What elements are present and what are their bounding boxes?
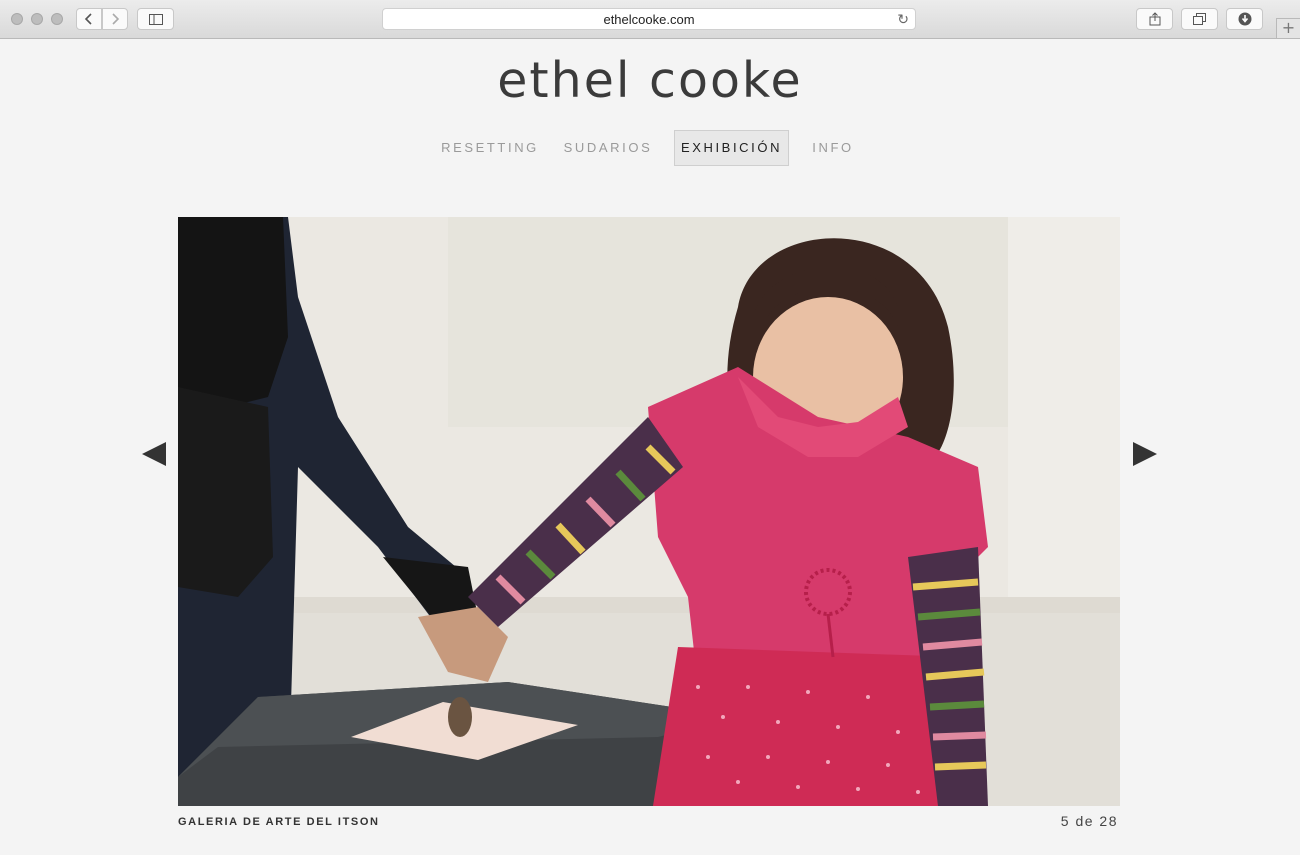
address-bar[interactable]: ethelcooke.com ↻: [382, 8, 916, 30]
previous-arrow-icon[interactable]: [142, 442, 166, 466]
reload-icon[interactable]: ↻: [897, 11, 909, 28]
browser-toolbar: ethelcooke.com ↻ +: [0, 0, 1300, 39]
tabs-button[interactable]: [1181, 8, 1218, 30]
close-dot[interactable]: [11, 13, 23, 25]
sidebar-icon: [148, 13, 163, 25]
tabs-icon: [1193, 13, 1206, 25]
url-text: ethelcooke.com: [603, 11, 695, 27]
next-arrow-icon[interactable]: [1133, 442, 1157, 466]
photo-caption: GALERIA DE ARTE DEL ITSON: [178, 816, 380, 828]
zoom-dot[interactable]: [51, 13, 63, 25]
gallery-photo: [178, 217, 1120, 806]
new-tab-icon[interactable]: +: [1276, 18, 1300, 38]
download-button[interactable]: [1226, 8, 1263, 30]
share-button[interactable]: [1136, 8, 1173, 30]
share-icon: [1149, 12, 1160, 26]
photo-illustration: [178, 217, 1120, 806]
nav-item-sudarios[interactable]: SUDARIOS: [560, 130, 656, 166]
main-nav: RESETTING SUDARIOS EXHIBICIÓN INFO: [0, 130, 1300, 166]
back-icon: [84, 13, 92, 25]
nav-item-info[interactable]: INFO: [806, 130, 860, 166]
nav-item-resetting[interactable]: RESETTING: [438, 130, 542, 166]
forward-button[interactable]: [102, 8, 128, 30]
back-button[interactable]: [76, 8, 102, 30]
site-title[interactable]: ethel cooke: [0, 52, 1300, 109]
forward-icon: [112, 13, 120, 25]
nav-item-exhibicion[interactable]: EXHIBICIÓN: [674, 130, 789, 166]
download-icon: [1238, 12, 1251, 26]
minimize-dot[interactable]: [31, 13, 43, 25]
slide-counter: 5 de 28: [1060, 813, 1118, 829]
sidebar-button[interactable]: [137, 8, 174, 30]
